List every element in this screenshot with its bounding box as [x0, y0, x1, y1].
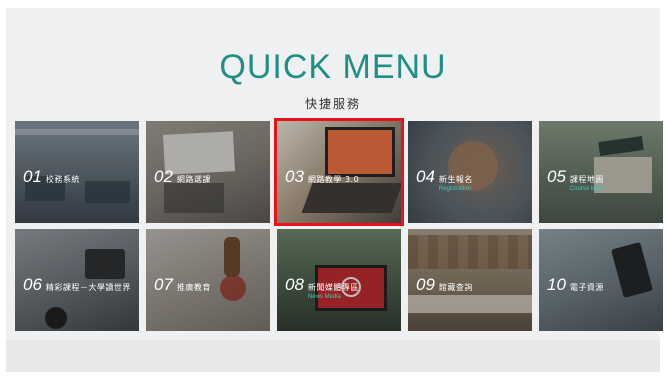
tile-title: 電子資源 — [569, 283, 604, 292]
page-title: QUICK MENU — [219, 48, 447, 86]
quick-menu-tile-10[interactable]: 10 電子資源 — [539, 229, 663, 331]
tile-number: 07 — [154, 275, 173, 294]
page-subtitle: 快捷服務 — [304, 97, 361, 111]
tile-number: 05 — [547, 167, 566, 186]
quick-menu-tile-06[interactable]: 06 精彩課程－大學讀世界 — [15, 229, 139, 331]
tile-title: 校務系統 — [45, 175, 80, 184]
tile-number: 02 — [154, 167, 173, 186]
tile-title: 網路教學 3.0 — [307, 175, 360, 184]
tile-number: 08 — [285, 275, 304, 294]
tile-label: 04 新生報名 Registration — [416, 167, 473, 192]
tile-subtitle: Course Map — [569, 186, 603, 192]
tile-title: 網路選課 — [176, 175, 211, 184]
footer-band — [6, 340, 660, 372]
quick-menu-tile-05[interactable]: 05 課程地圖 Course Map — [539, 121, 663, 223]
quick-menu-tile-01[interactable]: 01 校務系統 — [15, 121, 139, 223]
tile-number: 01 — [23, 167, 42, 186]
tile-label: 10 電子資源 — [547, 275, 604, 295]
tile-title: 館藏查詢 — [438, 283, 473, 292]
tile-label: 06 精彩課程－大學讀世界 — [23, 275, 131, 295]
tile-title: 課程地圖 — [569, 175, 604, 184]
tile-label: 07 推廣教育 — [154, 275, 211, 295]
tile-label: 03 網路教學 3.0 — [285, 167, 359, 187]
tile-number: 03 — [285, 167, 304, 186]
quick-menu-tile-04[interactable]: 04 新生報名 Registration — [408, 121, 532, 223]
tile-label: 01 校務系統 — [23, 167, 80, 187]
tile-title: 推廣教育 — [176, 283, 211, 292]
quick-menu-tile-03[interactable]: 03 網路教學 3.0 — [274, 118, 404, 226]
quick-menu-tile-02[interactable]: 02 網路選課 — [146, 121, 270, 223]
tile-subtitle: News Media — [307, 294, 341, 300]
tile-subtitle: Registration — [438, 186, 471, 192]
tile-number: 04 — [416, 167, 435, 186]
tile-label: 08 新聞媒體專區 News Media — [285, 275, 359, 300]
tile-number: 09 — [416, 275, 435, 294]
quick-menu-tile-07[interactable]: 07 推廣教育 — [146, 229, 270, 331]
quick-menu-grid: 01 校務系統 02 網路選課 03 網路教學 3.0 04 新生報名 Regi… — [15, 118, 663, 335]
tile-title: 新生報名 — [438, 175, 473, 184]
quick-menu-tile-08[interactable]: 08 新聞媒體專區 News Media — [277, 229, 401, 331]
page-container: QUICK MENU 快捷服務 01 校務系統 02 網路選課 03 網路教學 … — [6, 8, 663, 372]
tile-number: 06 — [23, 275, 42, 294]
tile-label: 05 課程地圖 Course Map — [547, 167, 604, 192]
tile-label: 09 館藏查詢 — [416, 275, 473, 295]
tile-number: 10 — [547, 275, 566, 294]
quick-menu-tile-09[interactable]: 09 館藏查詢 — [408, 229, 532, 331]
tile-title: 新聞媒體專區 — [307, 283, 359, 292]
tile-label: 02 網路選課 — [154, 167, 211, 187]
tile-title: 精彩課程－大學讀世界 — [45, 283, 131, 292]
